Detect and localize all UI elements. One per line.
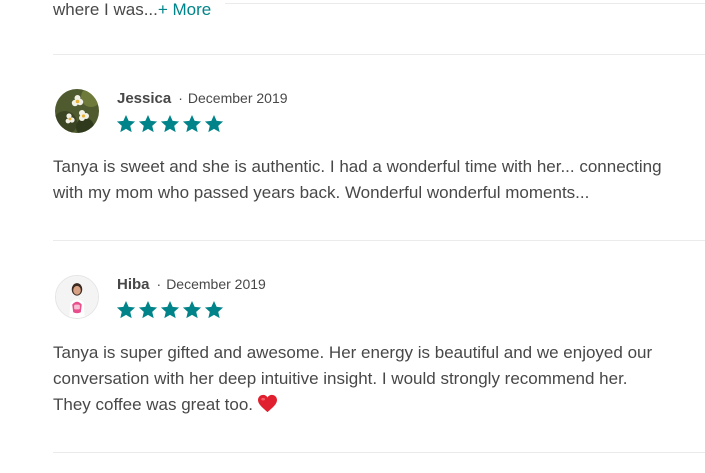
review-divider <box>53 240 705 241</box>
review-divider <box>53 54 705 55</box>
meta-separator: · <box>178 90 183 106</box>
review-item: Jessica · December 2019 Tanya is sweet and… <box>53 89 705 219</box>
review-text-line: conversation with her deep intuitive ins… <box>53 369 628 388</box>
reviewer-avatar[interactable] <box>55 89 99 133</box>
star-icon <box>181 113 203 135</box>
review-text: Tanya is super gifted and awesome. Her e… <box>53 340 652 421</box>
review-divider <box>53 452 705 453</box>
flower-photo-avatar <box>55 89 99 133</box>
previous-review-text: where I was...+ More <box>53 0 211 23</box>
star-icon <box>203 299 225 321</box>
review-text-line: with my mom who passed years back. Wonde… <box>53 183 590 202</box>
reviewer-meta: Hiba · December 2019 <box>117 276 266 293</box>
review-date: December 2019 <box>187 90 288 106</box>
red-heart-icon <box>257 394 278 421</box>
previous-review-truncated: where I was... <box>53 0 158 19</box>
reviewer-name[interactable]: Hiba <box>117 276 150 293</box>
reviewer-meta: Jessica · December 2019 <box>117 90 288 107</box>
rating-stars <box>115 113 225 135</box>
star-icon <box>115 113 137 135</box>
star-icon <box>137 113 159 135</box>
review-text-line: Tanya is sweet and she is authentic. I h… <box>53 157 662 176</box>
star-icon <box>159 299 181 321</box>
review-item: Hiba · December 2019 Tanya is super gifted… <box>53 275 705 425</box>
read-more-link[interactable]: + More <box>158 0 211 19</box>
review-text-last-line: They coffee was great too. <box>53 392 652 421</box>
review-date: December 2019 <box>166 276 266 292</box>
review-text-line: Tanya is super gifted and awesome. Her e… <box>53 343 653 362</box>
star-icon <box>115 299 137 321</box>
star-icon <box>159 113 181 135</box>
reviewer-name[interactable]: Jessica <box>117 90 171 107</box>
star-icon <box>137 299 159 321</box>
star-icon <box>203 113 225 135</box>
meta-separator: · <box>156 276 162 292</box>
star-icon <box>181 299 203 321</box>
reviewer-avatar[interactable] <box>55 275 99 319</box>
review-text: Tanya is sweet and she is authentic. I h… <box>53 154 662 206</box>
top-divider <box>225 3 705 4</box>
rating-stars <box>115 299 225 321</box>
person-photo-avatar <box>56 276 98 318</box>
review-text-line: They coffee was great too. <box>53 395 254 414</box>
